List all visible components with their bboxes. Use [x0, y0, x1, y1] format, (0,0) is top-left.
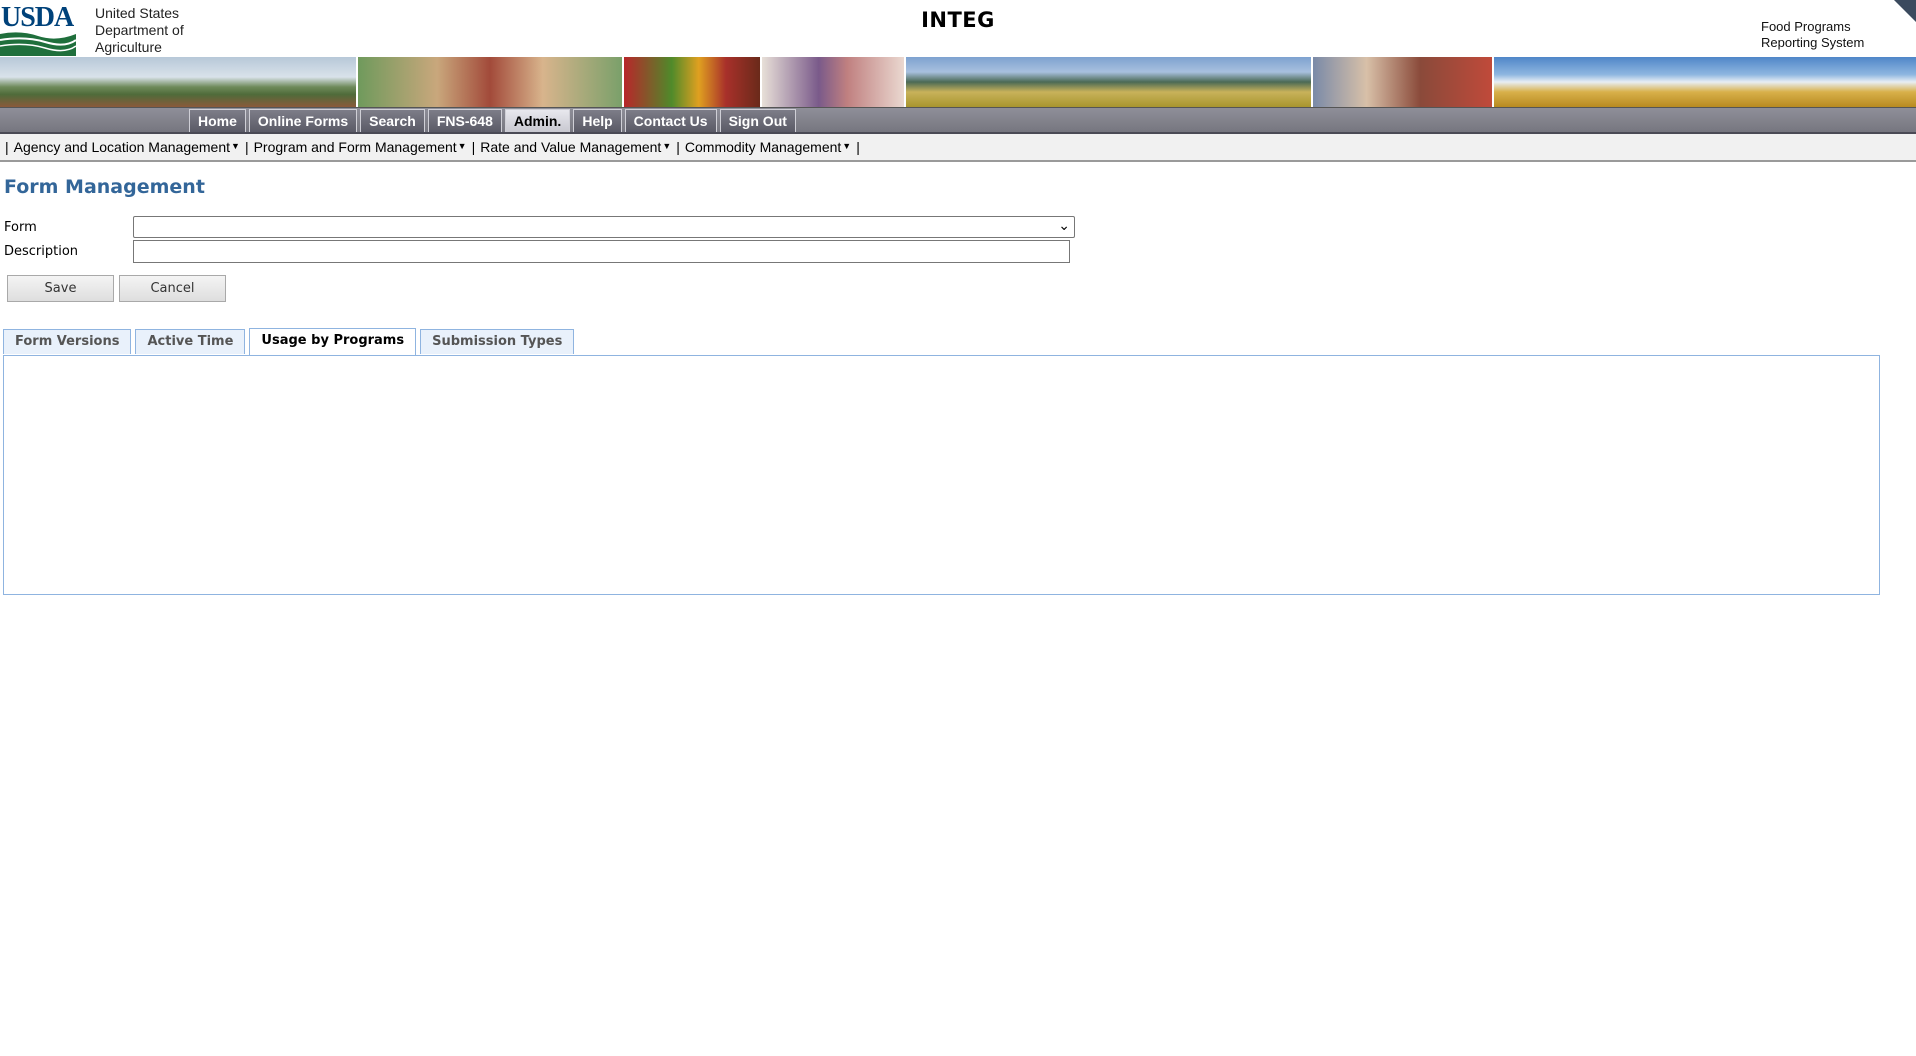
nav-home[interactable]: Home [189, 109, 246, 132]
agency-line-3: Agriculture [95, 39, 162, 55]
banner-teacher-child [762, 57, 906, 107]
banner-vegetables [624, 57, 762, 107]
tab-form-versions[interactable]: Form Versions [3, 329, 132, 354]
tab-strip: Form Versions Active Time Usage by Progr… [3, 328, 575, 355]
menu-rate-value-management[interactable]: Rate and Value Management ▼ [478, 139, 673, 155]
nav-sign-out[interactable]: Sign Out [719, 109, 796, 132]
separator: | [676, 139, 680, 155]
admin-sub-navigation: | Agency and Location Management ▼ | Prog… [0, 134, 1916, 162]
system-line-1: Food Programs [1761, 19, 1851, 34]
tab-usage-by-programs[interactable]: Usage by Programs [249, 328, 417, 355]
nav-fns-648[interactable]: FNS-648 [427, 109, 502, 132]
dropdown-caret-icon: ▼ [231, 141, 240, 151]
page-title: Form Management [4, 176, 205, 198]
menu-agency-location-management[interactable]: Agency and Location Management ▼ [12, 139, 242, 155]
nav-contact-us[interactable]: Contact Us [624, 109, 717, 132]
description-input[interactable] [133, 240, 1070, 263]
cancel-button[interactable]: Cancel [119, 275, 226, 302]
corner-decoration [1894, 0, 1916, 22]
header-banner-photos [0, 57, 1916, 107]
banner-children-lunch [1313, 57, 1494, 107]
nav-search[interactable]: Search [360, 109, 425, 132]
system-name: Food Programs Reporting System [1761, 19, 1871, 51]
banner-wheat-field [1494, 57, 1916, 107]
banner-mountain-field [906, 57, 1313, 107]
site-header: USDA United States Department of Agricul… [0, 0, 1916, 57]
form-select[interactable]: ⌄ [133, 216, 1075, 238]
tab-panel-usage-by-programs [3, 355, 1880, 595]
menu-label: Commodity Management [684, 139, 842, 155]
menu-label: Program and Form Management [253, 139, 457, 155]
dropdown-caret-icon: ▼ [457, 141, 467, 151]
separator: | [856, 139, 860, 155]
description-label: Description [4, 244, 79, 259]
menu-commodity-management[interactable]: Commodity Management ▼ [683, 139, 853, 155]
menu-label: Rate and Value Management [480, 139, 662, 155]
tab-active-time[interactable]: Active Time [135, 329, 246, 354]
tab-submission-types[interactable]: Submission Types [420, 329, 575, 354]
dropdown-caret-icon: ▼ [662, 141, 672, 151]
menu-label: Agency and Location Management [13, 139, 231, 155]
banner-farm-landscape [0, 57, 358, 107]
separator: | [471, 139, 476, 155]
chevron-down-icon: ⌄ [1058, 218, 1070, 234]
save-button[interactable]: Save [7, 275, 114, 302]
form-label: Form [4, 220, 37, 235]
separator: | [244, 139, 249, 155]
nav-help[interactable]: Help [573, 109, 622, 132]
environment-title: INTEG [921, 8, 995, 32]
separator: | [5, 139, 9, 155]
menu-program-form-management[interactable]: Program and Form Management ▼ [252, 139, 469, 155]
dropdown-caret-icon: ▼ [842, 141, 852, 151]
main-navigation: Home Online Forms Search FNS-648 Admin. … [0, 107, 1916, 134]
system-line-2: Reporting System [1761, 35, 1865, 50]
banner-family-meal [358, 57, 624, 107]
nav-online-forms[interactable]: Online Forms [248, 109, 358, 132]
nav-admin[interactable]: Admin. [504, 109, 571, 132]
